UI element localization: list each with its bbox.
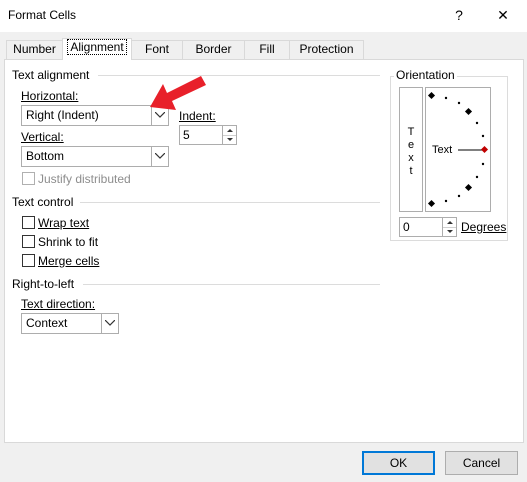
- ok-button[interactable]: OK: [362, 451, 435, 475]
- dial-point: [464, 183, 473, 192]
- annotation-arrow-icon: [150, 76, 206, 110]
- section-divider: [80, 202, 380, 203]
- vertical-text-char: x: [408, 152, 414, 164]
- merge-cells-label-text: Merge cells: [38, 254, 100, 268]
- dial-point: [457, 194, 461, 198]
- right-to-left-heading: Right-to-left: [12, 277, 75, 291]
- spin-down-icon[interactable]: [443, 227, 456, 236]
- spin-up-icon[interactable]: [223, 126, 236, 135]
- dial-point: [475, 121, 479, 125]
- shrink-to-fit-label: Shrink to fit: [38, 235, 99, 249]
- vertical-text-char: T: [407, 126, 415, 138]
- dial-pointer-icon: [480, 145, 489, 154]
- wrap-text-label-text: Wrap text: [38, 216, 90, 230]
- vertical-text-button[interactable]: T e x t: [399, 87, 423, 212]
- section-divider: [98, 75, 380, 76]
- vertical-dropdown[interactable]: Bottom: [21, 146, 169, 167]
- vertical-value: Bottom: [26, 149, 65, 163]
- dial-point: [444, 199, 448, 203]
- section-divider: [83, 284, 380, 285]
- text-control-heading: Text control: [12, 195, 74, 209]
- wrap-text-label: Wrap text: [38, 216, 89, 230]
- dial-point: [464, 107, 473, 116]
- horizontal-label-text: Horizontal:: [21, 89, 79, 103]
- merge-cells-checkbox[interactable]: [22, 254, 35, 267]
- degrees-label: Degrees: [461, 220, 506, 234]
- close-button[interactable]: ✕: [490, 4, 516, 26]
- indent-stepper[interactable]: 5: [179, 125, 237, 145]
- vertical-label: Vertical:: [21, 130, 64, 144]
- horizontal-value: Right (Indent): [26, 108, 99, 122]
- dial-point: [457, 101, 461, 105]
- help-button[interactable]: ?: [446, 4, 472, 26]
- vertical-text-char: e: [407, 139, 415, 151]
- text-direction-dropdown[interactable]: Context: [21, 313, 119, 334]
- tab-protection[interactable]: Protection: [289, 40, 364, 59]
- dial-point: [481, 134, 485, 138]
- tab-border[interactable]: Border: [182, 40, 245, 59]
- dial-point: [481, 162, 485, 166]
- cancel-button[interactable]: Cancel: [445, 451, 518, 475]
- justify-distributed-label: Justify distributed: [38, 172, 131, 186]
- text-alignment-heading: Text alignment: [12, 68, 90, 82]
- vertical-label-text: Vertical:: [21, 130, 64, 144]
- text-direction-label: Text direction:: [21, 297, 95, 311]
- dial-point: [427, 91, 436, 100]
- wrap-text-checkbox[interactable]: [22, 216, 35, 229]
- tab-number[interactable]: Number: [6, 40, 63, 59]
- orientation-heading: Orientation: [394, 68, 457, 82]
- orientation-dial[interactable]: Text: [425, 87, 491, 212]
- justify-distributed-checkbox[interactable]: [22, 172, 35, 185]
- text-direction-label-text: Text direction:: [21, 297, 96, 311]
- tab-fill[interactable]: Fill: [244, 40, 290, 59]
- vertical-text-char: t: [409, 165, 413, 177]
- indent-value: 5: [183, 128, 190, 142]
- dial-point: [444, 96, 448, 100]
- spin-up-icon[interactable]: [443, 218, 456, 227]
- dial-point: [475, 175, 479, 179]
- dial-point: [427, 199, 436, 208]
- merge-cells-label: Merge cells: [38, 254, 99, 268]
- chevron-down-icon[interactable]: [101, 314, 118, 333]
- spin-down-icon[interactable]: [223, 135, 236, 144]
- degrees-label-text: Degrees: [461, 220, 507, 234]
- tab-font[interactable]: Font: [131, 40, 183, 59]
- degrees-value: 0: [403, 220, 410, 234]
- text-direction-value: Context: [26, 316, 68, 330]
- dial-text: Text: [432, 144, 453, 156]
- tab-alignment-label: Alignment: [67, 39, 127, 55]
- shrink-to-fit-checkbox[interactable]: [22, 235, 35, 248]
- degrees-stepper[interactable]: 0: [399, 217, 457, 237]
- horizontal-label: Horizontal:: [21, 89, 78, 103]
- window-title: Format Cells: [8, 8, 77, 22]
- tab-alignment[interactable]: Alignment: [62, 38, 132, 60]
- chevron-down-icon[interactable]: [151, 147, 168, 166]
